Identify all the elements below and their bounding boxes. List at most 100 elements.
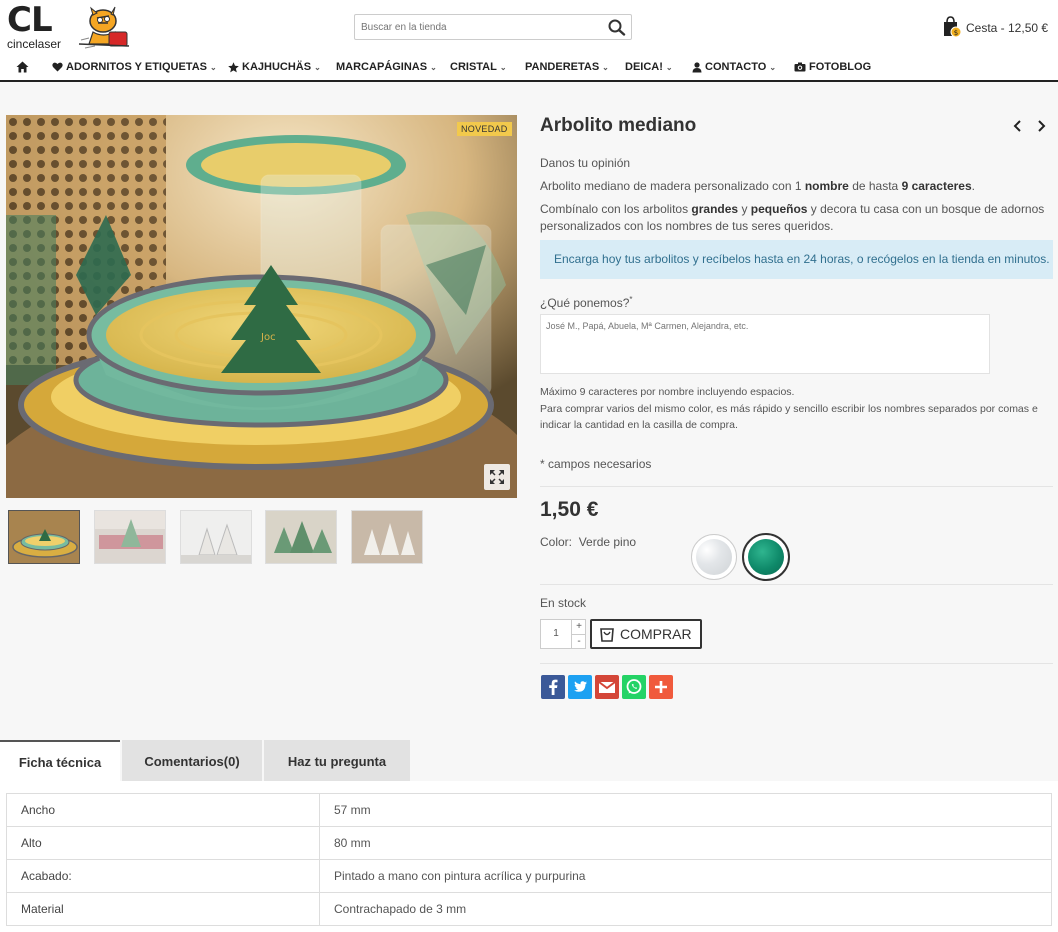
nav-label: FOTOBLOG: [809, 61, 872, 73]
share-whatsapp-button[interactable]: [622, 675, 646, 699]
mascot-logo-icon: [78, 6, 130, 49]
svg-text:Joc: Joc: [260, 332, 276, 343]
nav-label: ADORNITOS Y ETIQUETAS: [66, 61, 207, 73]
thumbnail-1[interactable]: [8, 510, 80, 564]
link-pequenos[interactable]: pequeños: [751, 202, 808, 216]
required-fields-note: * campos necesarios: [540, 457, 652, 471]
share-gmail-button[interactable]: [595, 675, 619, 699]
customization-label: ¿Qué ponemos?*: [540, 295, 633, 310]
quantity-input[interactable]: 1: [541, 620, 571, 648]
spec-key: Alto: [6, 826, 320, 860]
product-main-image[interactable]: Joc: [6, 115, 517, 498]
search-icon[interactable]: [607, 18, 627, 36]
table-row: Material Contrachapado de 3 mm: [6, 892, 1052, 926]
quantity-decrease-button[interactable]: -: [571, 634, 586, 648]
note-quantity: indicar la cantidad en la casilla de com…: [540, 419, 738, 431]
divider: [540, 486, 1053, 487]
chevron-down-icon: ⌄: [602, 62, 609, 72]
technical-sheet: Ancho 57 mm Alto 80 mm Acabado: Pintado …: [0, 781, 1058, 932]
site-header: CL cincelaser $ Cesta - 12,50 €: [0, 0, 1058, 82]
heart-icon: [52, 62, 63, 72]
spec-value: 57 mm: [319, 793, 1052, 827]
tab-haz-tu-pregunta[interactable]: Haz tu pregunta: [264, 740, 410, 782]
nav-cristal[interactable]: CRISTAL ⌄: [450, 58, 507, 76]
nav-fotoblog[interactable]: FOTOBLOG: [794, 58, 871, 76]
nav-adornitos[interactable]: ADORNITOS Y ETIQUETAS ⌄: [52, 58, 217, 76]
chevron-down-icon: ⌄: [210, 62, 217, 72]
nav-label: CONTACTO: [705, 61, 767, 73]
add-to-cart-label: COMPRAR: [620, 626, 692, 642]
main-nav: ADORNITOS Y ETIQUETAS ⌄ KAJHUCHÄS ⌄ MARCAP…: [0, 58, 1058, 78]
product-title: Arbolito mediano: [540, 115, 697, 136]
note-max-characters: Máximo 9 caracteres por nombre incluyend…: [540, 386, 795, 398]
site-logo[interactable]: CL cincelaser: [7, 0, 130, 51]
color-selection-label: Color: Verde pino: [540, 535, 637, 549]
color-swatch-green[interactable]: [742, 533, 790, 581]
thumbnail-image: [181, 511, 251, 563]
thumbnail-4[interactable]: [265, 510, 337, 564]
shopping-bag-icon: $: [944, 16, 962, 38]
thumbnail-2[interactable]: [94, 510, 166, 564]
thumbnail-image: [266, 511, 336, 563]
share-facebook-button[interactable]: [541, 675, 565, 699]
chevron-down-icon: ⌄: [314, 62, 321, 72]
stock-status: En stock: [540, 596, 587, 610]
gmail-icon: [598, 681, 616, 693]
expand-icon: [490, 470, 504, 484]
color-swatch-white[interactable]: [691, 534, 737, 580]
review-link[interactable]: Danos tu opinión: [540, 156, 630, 170]
basket-icon: [600, 628, 614, 642]
thumbnail-3[interactable]: [180, 510, 252, 564]
search-input[interactable]: [355, 15, 605, 39]
whatsapp-icon: [626, 679, 642, 694]
svg-text:$: $: [954, 29, 958, 37]
spec-key: Ancho: [6, 793, 320, 827]
home-icon: [16, 61, 29, 73]
add-to-cart-button[interactable]: COMPRAR: [590, 619, 702, 649]
user-icon: [692, 61, 702, 72]
nav-label: PANDERETAS: [525, 61, 600, 73]
divider: [540, 584, 1053, 585]
nav-label: KAJHUCHÄS: [242, 61, 312, 73]
thumbnail-5[interactable]: [351, 510, 423, 564]
thumbnail-image: [352, 511, 422, 563]
nav-contacto[interactable]: CONTACTO ⌄: [692, 58, 776, 76]
product-photo: Joc: [6, 115, 517, 498]
chevron-down-icon: ⌄: [769, 62, 777, 72]
tab-ficha-tecnica[interactable]: Ficha técnica: [0, 740, 120, 782]
selected-color: Verde pino: [578, 535, 637, 549]
customization-textarea[interactable]: [540, 314, 990, 374]
note-multiple-names: Para comprar varios del mismo color, es …: [540, 403, 1038, 415]
search-box: [354, 14, 632, 40]
product-price: 1,50 €: [540, 498, 599, 521]
product-tabs: Ficha técnica Comentarios(0) Haz tu preg…: [0, 740, 1058, 782]
chevron-down-icon: ⌄: [499, 62, 507, 72]
facebook-icon: [549, 679, 558, 695]
previous-product-icon[interactable]: [1011, 119, 1025, 133]
nav-deica[interactable]: DEICA! ⌄: [625, 58, 673, 76]
spec-value: 80 mm: [319, 826, 1052, 860]
spec-key: Acabado:: [6, 859, 320, 893]
nav-kajhuchas[interactable]: KAJHUCHÄS ⌄: [228, 58, 321, 76]
nav-label: MARCAPÁGINAS: [336, 61, 428, 73]
twitter-icon: [574, 681, 587, 692]
next-product-icon[interactable]: [1034, 119, 1048, 133]
zoom-button[interactable]: [484, 464, 510, 490]
product-description-1: Arbolito mediano de madera personalizado…: [540, 179, 975, 193]
thumbnail-image: [95, 511, 165, 563]
nav-panderetas[interactable]: PANDERETAS ⌄: [525, 58, 609, 76]
quantity-increase-button[interactable]: +: [571, 620, 586, 634]
nav-marcapaginas[interactable]: MARCAPÁGINAS ⌄: [336, 58, 437, 76]
product-description-2: Combínalo con los arbolitos grandes y pe…: [540, 202, 1045, 216]
tab-comentarios[interactable]: Comentarios(0): [122, 740, 262, 782]
chevron-down-icon: ⌄: [430, 62, 437, 72]
specs-table: Ancho 57 mm Alto 80 mm Acabado: Pintado …: [6, 793, 1052, 926]
share-twitter-button[interactable]: [568, 675, 592, 699]
link-grandes[interactable]: grandes: [691, 202, 738, 216]
nav-home[interactable]: [16, 58, 32, 76]
table-row: Alto 80 mm: [6, 826, 1052, 860]
divider: [540, 663, 1053, 664]
share-more-button[interactable]: [649, 675, 673, 699]
star-icon: [228, 61, 239, 72]
chevron-down-icon: ⌄: [665, 62, 673, 72]
